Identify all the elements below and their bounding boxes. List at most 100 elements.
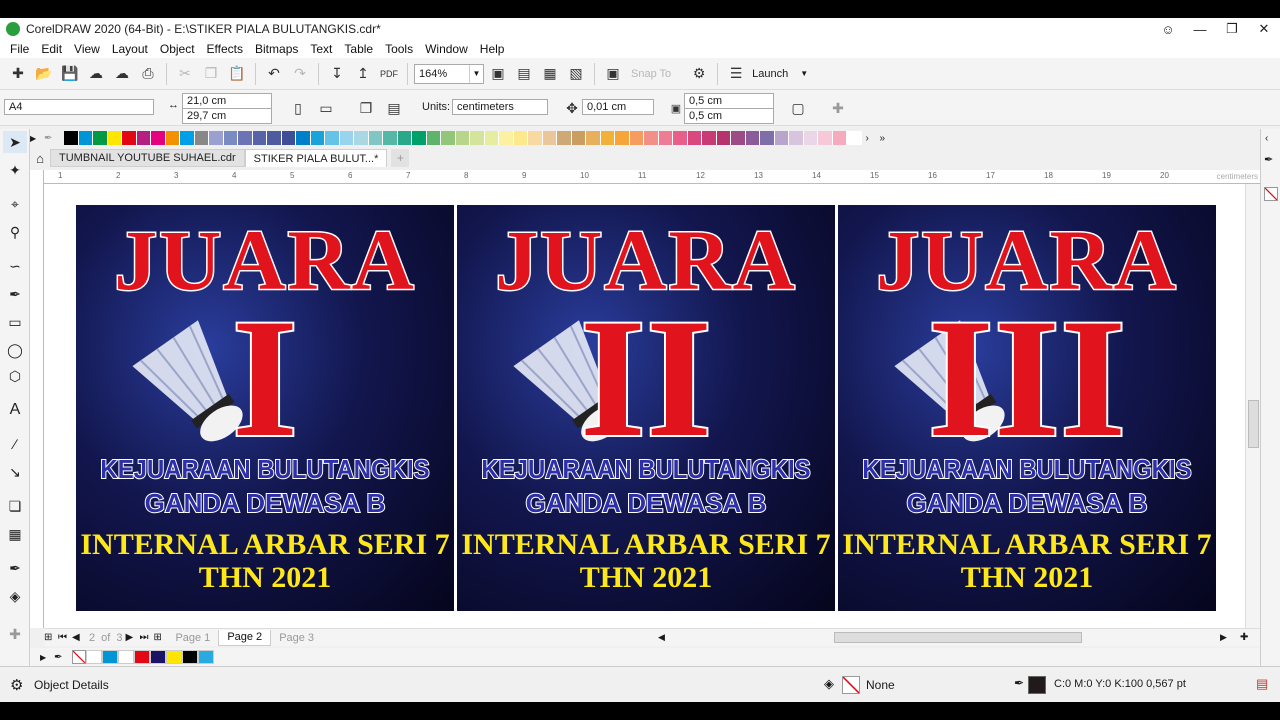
doc-palette-swatch[interactable] xyxy=(118,650,134,664)
import-icon[interactable]: ↧ xyxy=(325,62,349,86)
palette-swatch[interactable] xyxy=(165,131,180,145)
new-document-icon[interactable]: ✚ xyxy=(6,62,30,86)
doc-palette-swatch[interactable] xyxy=(150,650,166,664)
full-screen-preview-icon[interactable]: ▣ xyxy=(486,62,510,86)
palette-swatch[interactable] xyxy=(296,131,311,145)
add-page-after-icon[interactable]: ⊞ xyxy=(153,632,167,643)
previous-page-icon[interactable]: ◀ xyxy=(72,632,86,643)
open-folder-icon[interactable]: 📂 xyxy=(32,62,56,86)
user-icon[interactable]: ☺ xyxy=(1152,18,1184,40)
navigator-icon[interactable]: ✚ xyxy=(1240,632,1248,643)
palette-swatch[interactable] xyxy=(470,131,485,145)
palette-swatch[interactable] xyxy=(644,131,659,145)
palette-swatch[interactable] xyxy=(238,131,253,145)
palette-swatch[interactable] xyxy=(93,131,108,145)
export-pdf-icon[interactable]: PDF xyxy=(377,62,401,86)
menu-layout[interactable]: Layout xyxy=(106,42,154,56)
export-icon[interactable]: ↥ xyxy=(351,62,375,86)
palette-swatch[interactable] xyxy=(252,131,267,145)
outline-pen-icon[interactable]: ✒ xyxy=(1264,153,1273,166)
shape-tool-icon[interactable]: ✦ xyxy=(3,159,27,181)
last-page-icon[interactable]: ⏭ xyxy=(139,632,153,643)
current-page-icon[interactable]: ▤ xyxy=(382,96,406,120)
palette-swatch[interactable] xyxy=(716,131,731,145)
crop-tool-icon[interactable]: ⌖ xyxy=(3,193,27,215)
palette-swatch[interactable] xyxy=(673,131,688,145)
parallel-dimension-icon[interactable]: ∕ xyxy=(3,433,27,455)
sticker-card-3[interactable]: JUARA III KEJUARAAN BULUTANGKIS GANDA DE… xyxy=(838,205,1216,611)
menu-tools[interactable]: Tools xyxy=(379,42,419,56)
current-page-number[interactable]: 2 xyxy=(89,632,95,644)
fill-none-swatch[interactable] xyxy=(842,676,860,694)
object-details-label[interactable]: Object Details xyxy=(34,678,109,692)
menu-view[interactable]: View xyxy=(68,42,106,56)
palette-swatch[interactable] xyxy=(209,131,224,145)
palette-swatch[interactable] xyxy=(354,131,369,145)
palette-swatch[interactable] xyxy=(774,131,789,145)
page-width-field[interactable]: 21,0 cm xyxy=(182,93,272,109)
all-pages-icon[interactable]: ❐ xyxy=(354,96,378,120)
eyedropper-palette-icon[interactable]: ✒ xyxy=(44,133,64,144)
units-select[interactable]: centimeters xyxy=(452,99,548,115)
palette-swatch[interactable] xyxy=(223,131,238,145)
restore-button[interactable]: ❐ xyxy=(1216,18,1248,40)
palette-swatch[interactable] xyxy=(412,131,427,145)
page-height-field[interactable]: 29,7 cm xyxy=(182,108,272,124)
palette-swatch[interactable] xyxy=(151,131,166,145)
print-icon[interactable]: ⎙ xyxy=(136,62,160,86)
close-button[interactable]: ✕ xyxy=(1248,18,1280,40)
palette-swatch[interactable] xyxy=(658,131,673,145)
palette-swatch[interactable] xyxy=(760,131,775,145)
cloud-download-icon[interactable]: ☁ xyxy=(84,62,108,86)
palette-swatch[interactable] xyxy=(267,131,282,145)
palette-swatch[interactable] xyxy=(180,131,195,145)
doc-palette-swatch[interactable] xyxy=(86,650,102,664)
palette-scroll-right-icon[interactable]: › xyxy=(866,133,880,144)
palette-swatch[interactable] xyxy=(397,131,412,145)
palette-swatch[interactable] xyxy=(702,131,717,145)
palette-swatch[interactable] xyxy=(789,131,804,145)
snap-off-icon[interactable]: ▣ xyxy=(601,62,625,86)
palette-swatch[interactable] xyxy=(194,131,209,145)
palette-swatch[interactable] xyxy=(310,131,325,145)
palette-scroll-left-icon[interactable]: ▶ xyxy=(30,134,44,143)
menu-file[interactable]: File xyxy=(4,42,35,56)
menu-text[interactable]: Text xyxy=(304,42,338,56)
transparency-tool-icon[interactable]: ▦ xyxy=(3,523,27,545)
palette-swatch[interactable] xyxy=(542,131,557,145)
vertical-ruler[interactable] xyxy=(30,170,44,628)
duplicate-x-field[interactable]: 0,5 cm xyxy=(684,93,774,109)
page-size-select[interactable]: A4 xyxy=(4,99,154,115)
zoom-tool-icon[interactable]: ⚲ xyxy=(3,221,27,243)
palette-menu-icon[interactable]: » xyxy=(880,133,894,144)
paste-icon[interactable]: 📋 xyxy=(225,62,249,86)
doc-palette-swatch[interactable] xyxy=(198,650,214,664)
palette-swatch[interactable] xyxy=(122,131,137,145)
doc-palette-none-swatch[interactable] xyxy=(72,650,86,664)
palette-swatch[interactable] xyxy=(600,131,615,145)
palette-swatch[interactable] xyxy=(78,131,93,145)
launch-button[interactable]: Launch xyxy=(752,68,788,80)
next-page-icon[interactable]: ▶ xyxy=(125,632,139,643)
polygon-tool-icon[interactable]: ⬡ xyxy=(3,365,27,387)
palette-swatch[interactable] xyxy=(731,131,746,145)
launch-icon[interactable]: ☰ xyxy=(724,62,748,86)
horizontal-scroll-thumb[interactable] xyxy=(834,632,1082,643)
palette-swatch[interactable] xyxy=(107,131,122,145)
doc-palette-swatch[interactable] xyxy=(102,650,118,664)
palette-swatch[interactable] xyxy=(136,131,151,145)
palette-swatch[interactable] xyxy=(513,131,528,145)
palette-swatch[interactable] xyxy=(803,131,818,145)
nudge-distance-field[interactable]: 0,01 cm xyxy=(582,99,654,115)
palette-swatch[interactable] xyxy=(832,131,847,145)
duplicate-y-field[interactable]: 0,5 cm xyxy=(684,108,774,124)
palette-swatch[interactable] xyxy=(571,131,586,145)
palette-swatch[interactable] xyxy=(528,131,543,145)
sticker-card-1[interactable]: JUARA I KEJUARAAN BULUTANGKIS GANDA DEWA… xyxy=(76,205,454,611)
palette-swatch[interactable] xyxy=(586,131,601,145)
undo-icon[interactable]: ↶ xyxy=(262,62,286,86)
cut-icon[interactable]: ✂ xyxy=(173,62,197,86)
eyedropper-icon[interactable]: ✒ xyxy=(3,557,27,579)
palette-swatch[interactable] xyxy=(615,131,630,145)
color-proofing-icon[interactable]: ▤ xyxy=(1256,676,1268,692)
